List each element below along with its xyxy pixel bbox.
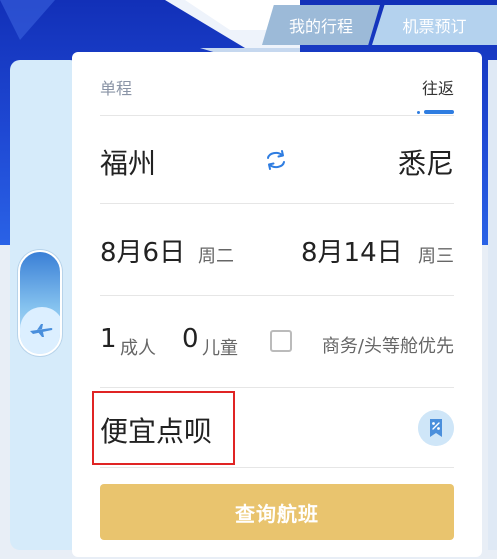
departure-weekday: 周二: [198, 246, 234, 267]
trip-type-row: 单程 往返: [100, 52, 454, 116]
swap-icon[interactable]: [262, 148, 290, 172]
route-row: 福州 悉尼: [100, 116, 454, 204]
passenger-row: 1 成人 0 儿童 商务/头等舱优先: [100, 296, 454, 388]
search-flights-button[interactable]: 查询航班: [100, 484, 454, 540]
adult-label: 成人: [120, 338, 156, 359]
airplane-icon: [30, 324, 53, 337]
trip-one-way-option[interactable]: 单程: [100, 75, 132, 99]
right-panel-edge: [488, 60, 497, 550]
departure-city[interactable]: 福州: [100, 142, 156, 182]
search-flights-label: 查询航班: [235, 501, 319, 526]
trip-round-trip-option[interactable]: 往返: [422, 75, 454, 99]
return-weekday: 周三: [418, 246, 454, 267]
tab-my-itinerary-label: 我的行程: [288, 17, 353, 36]
tab-flight-booking[interactable]: 机票预订: [372, 5, 497, 45]
tab-my-itinerary[interactable]: 我的行程: [262, 5, 380, 45]
trip-indicator-dot: [417, 111, 420, 114]
promo-highlight-box: [92, 391, 235, 465]
arrival-city[interactable]: 悉尼: [398, 142, 454, 182]
adult-count[interactable]: 1: [100, 324, 117, 354]
child-label: 儿童: [202, 338, 238, 359]
business-class-checkbox[interactable]: [270, 330, 292, 352]
side-sky-banner[interactable]: [18, 250, 62, 356]
child-count[interactable]: 0: [182, 324, 199, 354]
date-row: 8月6日 周二 8月14日 周三: [100, 204, 454, 296]
return-date[interactable]: 8月14日: [301, 232, 403, 269]
trip-selected-indicator: [424, 110, 454, 114]
flight-search-card: 单程 往返 福州 悉尼 8月6日 周二 8月14日 周三 1 成人 0 儿童 商…: [72, 52, 482, 557]
business-class-label[interactable]: 商务/头等舱优先: [322, 332, 454, 358]
discount-icon[interactable]: [418, 410, 454, 446]
departure-date[interactable]: 8月6日: [100, 232, 185, 269]
tab-flight-booking-label: 机票预订: [402, 17, 467, 36]
